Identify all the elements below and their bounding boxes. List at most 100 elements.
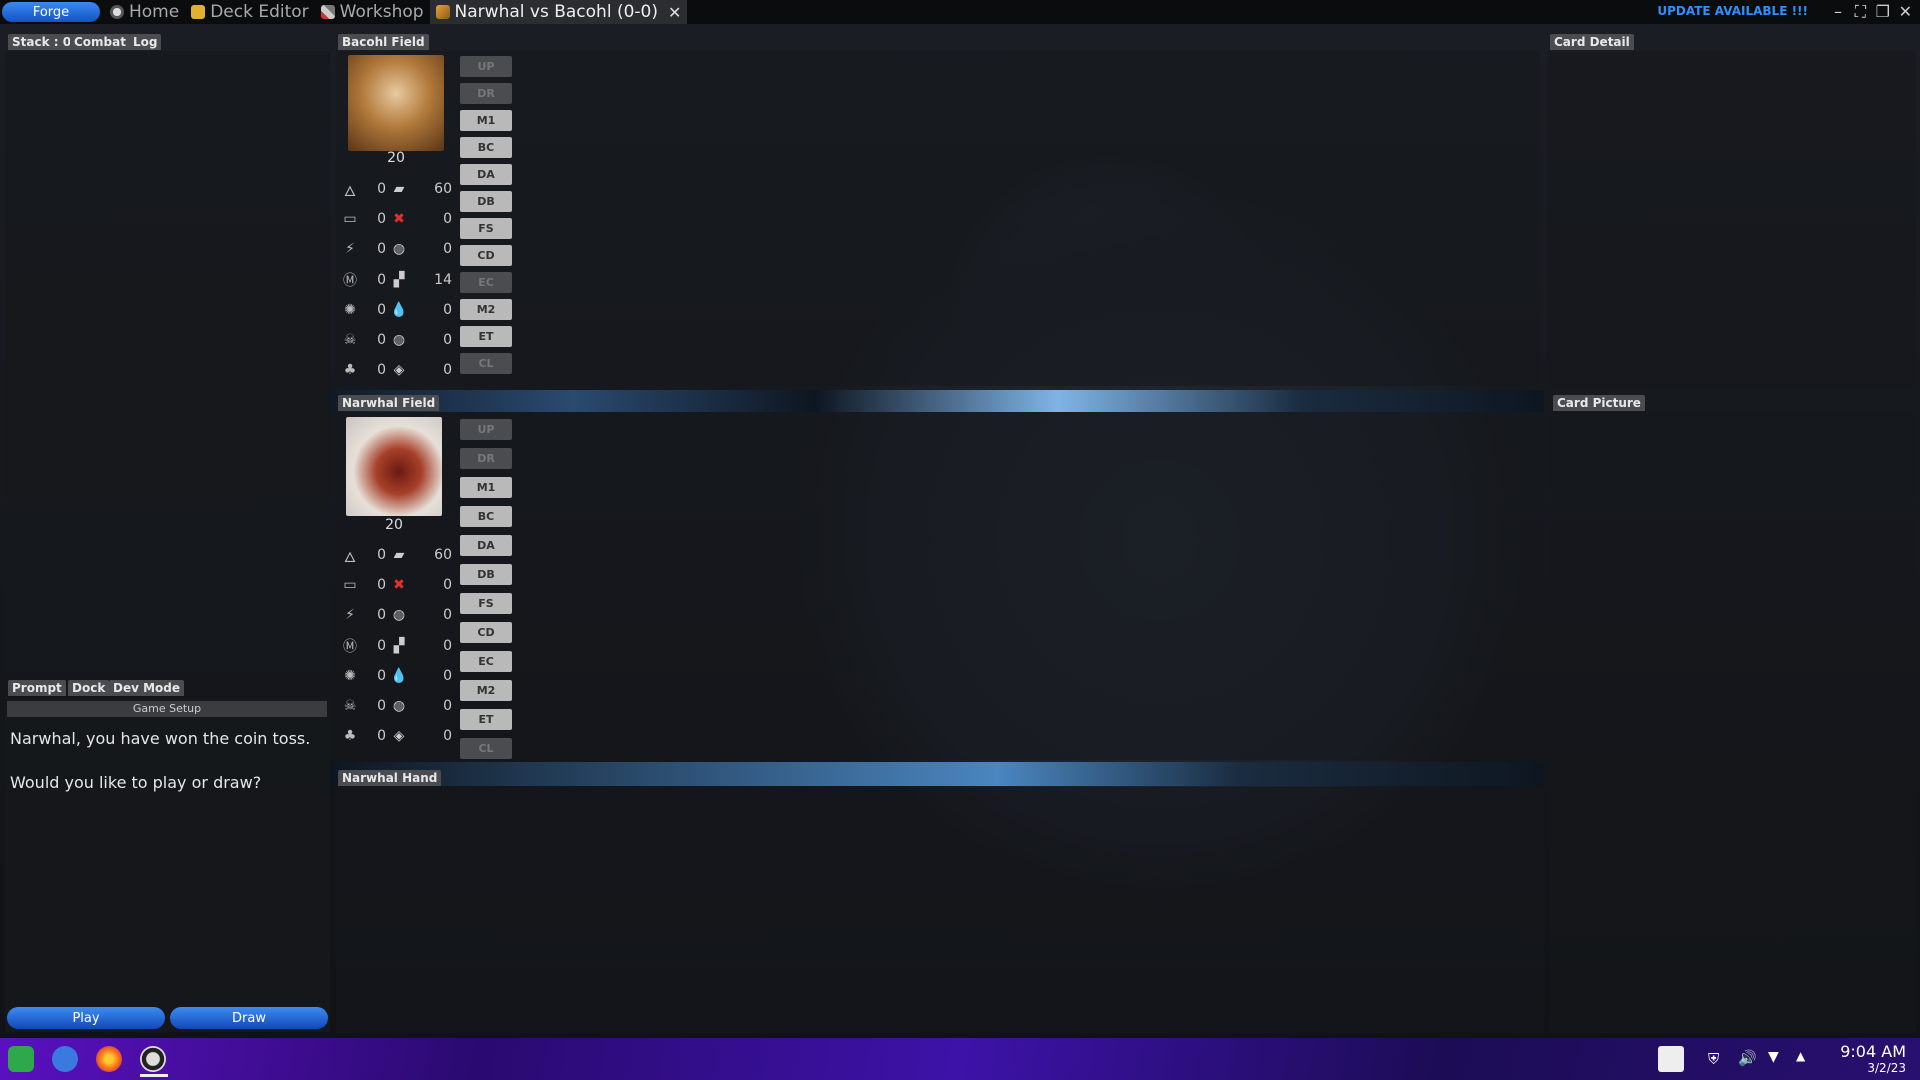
blue-mana-icon[interactable]: 💧 — [386, 302, 412, 318]
tab-dock[interactable]: Dock — [68, 680, 110, 696]
player-life[interactable]: 20 — [346, 517, 442, 533]
play-button[interactable]: Play — [7, 1007, 165, 1029]
player-phase-fs[interactable]: FS — [460, 593, 512, 614]
tab-log[interactable]: Log — [129, 34, 162, 50]
firefox-icon[interactable] — [96, 1046, 122, 1072]
tab-combat[interactable]: Combat — [70, 34, 130, 50]
minimize-icon[interactable]: – — [1834, 2, 1842, 21]
black-mana-icon[interactable]: ☠ — [340, 696, 360, 716]
lands-icon[interactable]: ▞ — [386, 638, 412, 654]
security-icon[interactable]: ⛨ — [1708, 1050, 1719, 1068]
player-phase-cd[interactable]: CD — [460, 622, 512, 643]
prompt-header: Game Setup — [7, 701, 327, 717]
opponent-phase-et[interactable]: ET — [460, 326, 512, 347]
fullscreen-icon[interactable]: ⛶ — [1855, 2, 1866, 22]
file-manager-icon[interactable] — [52, 1046, 78, 1072]
opponent-phase-up[interactable]: UP — [460, 56, 512, 77]
colorless-mana-icon[interactable]: ◈ — [386, 728, 412, 744]
player-avatar[interactable] — [346, 417, 442, 516]
opponent-life[interactable]: 20 — [348, 150, 444, 166]
player-phase-bc[interactable]: BC — [460, 506, 512, 527]
player-stat-value: 0 — [377, 698, 386, 714]
green-mana-icon[interactable]: ♣ — [340, 360, 360, 380]
taskbar: ⛨ 🔊 ▼ ▲ 9:04 AM 3/2/23 — [0, 1038, 1920, 1080]
energy-icon[interactable]: ⚡ — [340, 239, 360, 259]
card-picture-label: Card Picture — [1553, 395, 1645, 411]
opponent-phase-m2[interactable]: M2 — [460, 299, 512, 320]
opponent-stat-row: ♣ 0 ◈ 0 — [340, 358, 456, 382]
colorless-mana-icon[interactable]: ◈ — [386, 362, 412, 378]
opponent-stat-row: Ⓜ 0 ▞ 14 — [340, 268, 456, 292]
opponent-phase-db[interactable]: DB — [460, 191, 512, 212]
mana-icon[interactable]: Ⓜ — [340, 636, 360, 656]
wifi-icon[interactable]: ▼ — [1768, 1049, 1779, 1065]
player-phase-dr[interactable]: DR — [460, 448, 512, 469]
player-phase-up[interactable]: UP — [460, 419, 512, 440]
player-phase-ec[interactable]: EC — [460, 651, 512, 672]
exile-icon[interactable]: ✖ — [386, 211, 412, 227]
red-mana-icon[interactable]: ◍ — [386, 698, 412, 714]
white-mana-icon[interactable]: ✺ — [340, 300, 360, 320]
field-divider — [330, 390, 1544, 412]
player-phase-m1[interactable]: M1 — [460, 477, 512, 498]
mana-icon[interactable]: Ⓜ — [340, 270, 360, 290]
player-stat-row: ⚡ 0 ◍ 0 — [340, 603, 456, 627]
red-mana-icon[interactable]: ◍ — [386, 332, 412, 348]
player-stat-row: ▭ 0 ✖ 0 — [340, 573, 456, 597]
flashback-icon[interactable]: ◍ — [386, 607, 412, 623]
black-mana-icon[interactable]: ☠ — [340, 330, 360, 350]
stack-panel — [5, 51, 330, 671]
library-icon[interactable]: 🜂 — [340, 545, 360, 566]
volume-icon[interactable]: 🔊 — [1738, 1049, 1757, 1067]
opponent-stat-count: 0 — [443, 362, 452, 379]
opponent-phase-bc[interactable]: BC — [460, 137, 512, 158]
tab-stack[interactable]: Stack : 0 — [8, 34, 76, 50]
flashback-icon[interactable]: ◍ — [386, 241, 412, 257]
exile-icon[interactable]: ✖ — [386, 577, 412, 593]
green-mana-icon[interactable]: ♣ — [340, 726, 360, 746]
player-phase-m2[interactable]: M2 — [460, 680, 512, 701]
hand-icon[interactable]: ▰ — [386, 547, 412, 563]
opponent-phase-ec[interactable]: EC — [460, 272, 512, 293]
opponent-phase-fs[interactable]: FS — [460, 218, 512, 239]
opponent-phase-m1[interactable]: M1 — [460, 110, 512, 131]
tab-home-label: Home — [129, 2, 180, 22]
energy-icon[interactable]: ⚡ — [340, 605, 360, 625]
library-icon[interactable]: 🜂 — [340, 179, 360, 200]
prompt-message: Narwhal, you have won the coin toss. Wou… — [10, 729, 311, 792]
player-phase-da[interactable]: DA — [460, 535, 512, 556]
player-phase-et[interactable]: ET — [460, 709, 512, 730]
lands-icon[interactable]: ▞ — [386, 272, 412, 288]
restore-icon[interactable]: ❐ — [1876, 2, 1890, 21]
opponent-phase-da[interactable]: DA — [460, 164, 512, 185]
forge-app-icon[interactable] — [140, 1046, 166, 1072]
graveyard-icon[interactable]: ▭ — [340, 575, 360, 595]
tab-dev-mode[interactable]: Dev Mode — [109, 680, 185, 696]
opponent-phase-cd[interactable]: CD — [460, 245, 512, 266]
graveyard-icon[interactable]: ▭ — [340, 209, 360, 229]
tab-deck-editor[interactable]: Deck Editor — [185, 0, 314, 24]
tab-prompt[interactable]: Prompt — [8, 680, 66, 696]
opponent-phase-dr[interactable]: DR — [460, 83, 512, 104]
player-phase-cl[interactable]: CL — [460, 738, 512, 759]
tray-app-icon[interactable] — [1658, 1046, 1684, 1072]
hand-icon[interactable]: ▰ — [386, 181, 412, 197]
white-mana-icon[interactable]: ✺ — [340, 666, 360, 686]
clock[interactable]: 9:04 AM 3/2/23 — [1840, 1042, 1906, 1075]
player-stat-row: Ⓜ 0 ▞ 0 — [340, 634, 456, 658]
draw-button[interactable]: Draw — [170, 1007, 328, 1029]
blue-mana-icon[interactable]: 💧 — [386, 668, 412, 684]
close-window-icon[interactable]: ✕ — [1899, 2, 1912, 21]
hand-divider — [330, 762, 1544, 786]
opponent-phase-cl[interactable]: CL — [460, 353, 512, 374]
player-phase-db[interactable]: DB — [460, 564, 512, 585]
opponent-avatar[interactable] — [348, 55, 444, 151]
app-menu-icon[interactable] — [8, 1046, 34, 1072]
tab-workshop[interactable]: Workshop — [315, 0, 430, 24]
tray-expand-icon[interactable]: ▲ — [1796, 1049, 1805, 1063]
forge-menu-button[interactable]: Forge — [2, 2, 100, 22]
close-tab-icon[interactable]: ✕ — [668, 3, 681, 22]
update-available-link[interactable]: UPDATE AVAILABLE !!! — [1657, 4, 1808, 18]
tab-home[interactable]: Home — [104, 0, 185, 24]
tab-match[interactable]: Narwhal vs Bacohl (0-0) ✕ — [429, 0, 688, 24]
